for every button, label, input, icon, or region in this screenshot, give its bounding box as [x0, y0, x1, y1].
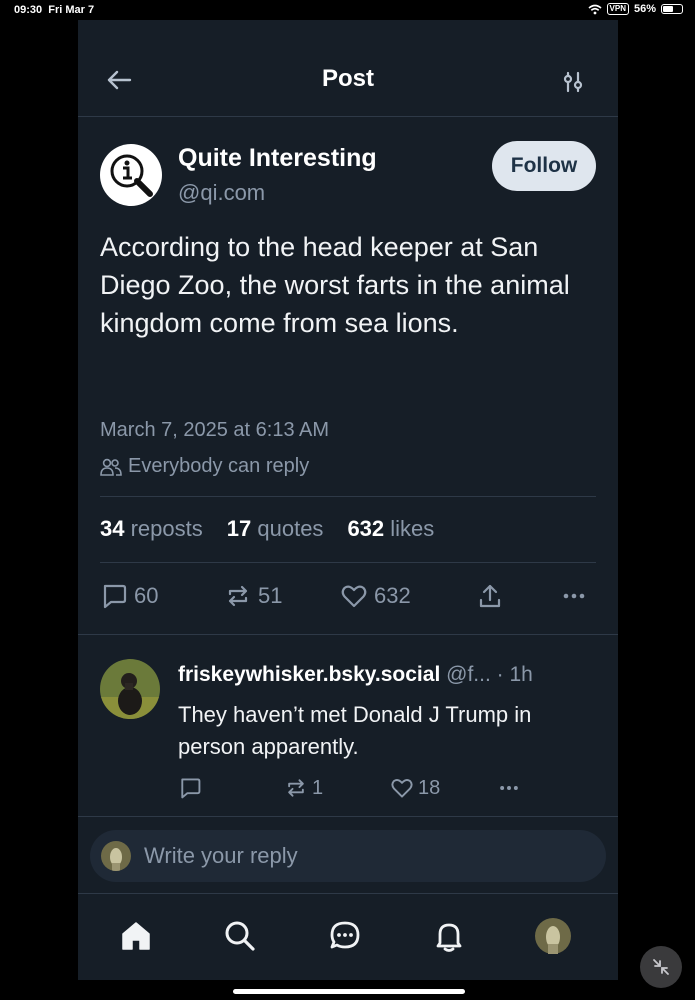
thread-settings-button[interactable]: [558, 67, 588, 97]
profile-avatar-icon: [535, 918, 571, 954]
repost-count: 51: [258, 583, 283, 608]
reply-like-button[interactable]: 18: [390, 776, 440, 800]
comment-icon: [181, 778, 201, 799]
reply-count: 60: [134, 583, 159, 608]
likes-stat[interactable]: 632 likes: [347, 516, 434, 542]
follow-button[interactable]: Follow: [492, 141, 596, 191]
reply-time: · 1h: [496, 663, 533, 686]
bell-icon: [436, 923, 462, 952]
reply-reply-button[interactable]: [178, 776, 202, 800]
reply-repost-button[interactable]: 1: [284, 776, 323, 800]
tab-profile[interactable]: [533, 916, 573, 956]
tab-search[interactable]: [220, 916, 260, 956]
repost-button[interactable]: 51: [224, 582, 282, 610]
reply-actions: 1 18: [178, 776, 598, 802]
post-header: Post: [78, 20, 618, 117]
search-icon: [225, 921, 255, 951]
wifi-icon: [588, 4, 602, 14]
reply-avatar[interactable]: [100, 659, 160, 719]
battery-icon: [661, 4, 683, 14]
divider: [100, 562, 596, 563]
reply-like-count: 18: [418, 776, 441, 799]
reposts-stat[interactable]: 34 reposts: [100, 516, 203, 542]
more-icon: [563, 593, 585, 599]
post-stats: 34 reposts 17 quotes 632 likes: [100, 516, 434, 542]
page-title: Post: [321, 65, 374, 92]
dog-avatar-icon: [100, 659, 160, 719]
battery-percent: 56%: [633, 3, 656, 15]
more-icon: [500, 786, 518, 790]
reply-setting: Everybody can reply: [100, 455, 309, 478]
collapse-arrows-icon: [653, 959, 669, 975]
like-button[interactable]: 632: [340, 582, 411, 610]
repost-icon: [228, 585, 248, 607]
home-icon: [122, 922, 150, 950]
heart-icon: [341, 585, 367, 608]
reply-more-button[interactable]: [496, 776, 522, 800]
post-actions: 60 51 632: [100, 582, 596, 614]
chat-icon: [330, 921, 360, 949]
reply-repost-count: 1: [312, 776, 324, 799]
comment-icon: [103, 584, 127, 609]
like-count: 632: [374, 583, 411, 608]
tab-home[interactable]: [116, 916, 156, 956]
my-avatar: [101, 841, 131, 871]
author-handle[interactable]: @qi.com: [178, 180, 265, 206]
status-right: VPN 56%: [588, 3, 683, 15]
tab-notifications[interactable]: [429, 916, 469, 956]
author-name[interactable]: Quite Interesting: [178, 144, 377, 173]
reply-item[interactable]: friskeywhisker.bsky.social @f... · 1h Th…: [78, 635, 618, 815]
repost-icon: [288, 779, 304, 797]
status-time: 09:30 Fri Mar 7: [14, 4, 95, 16]
reply-setting-label: Everybody can reply: [128, 455, 310, 477]
share-icon: [479, 584, 501, 608]
reply-author-name[interactable]: friskeywhisker.bsky.social: [178, 663, 440, 686]
reply-input-placeholder: Write your reply: [144, 843, 298, 868]
heart-icon: [391, 779, 413, 798]
sliders-icon: [563, 71, 583, 93]
reply-composer[interactable]: Write your reply: [90, 830, 606, 882]
divider: [100, 496, 596, 497]
home-indicator[interactable]: [233, 989, 465, 994]
status-date: Fri Mar 7: [48, 4, 95, 16]
more-button[interactable]: [560, 582, 588, 610]
tab-chat[interactable]: [325, 916, 365, 956]
collapse-button[interactable]: [640, 946, 682, 988]
divider: [78, 816, 618, 817]
author-avatar[interactable]: [100, 144, 162, 206]
app-window: Post Quite Interesting @qi.com Follow Ac…: [78, 20, 618, 980]
vpn-badge: VPN: [606, 3, 629, 15]
status-bar: 09:30 Fri Mar 7 VPN 56%: [0, 0, 695, 20]
reply-text: They haven’t met Donald J Trump in perso…: [178, 702, 532, 759]
people-icon: [100, 458, 122, 476]
bottom-tab-bar: [78, 893, 618, 980]
reply-meta: friskeywhisker.bsky.social @f... · 1h: [178, 663, 533, 687]
reply-handle[interactable]: @f...: [446, 663, 491, 686]
user-avatar-icon: [101, 841, 131, 871]
post-text: According to the head keeper at San Dieg…: [100, 232, 570, 338]
qi-logo-icon: [110, 154, 153, 197]
share-button[interactable]: [476, 582, 504, 610]
post-timestamp: March 7, 2025 at 6:13 AM: [100, 419, 330, 441]
quotes-stat[interactable]: 17 quotes: [227, 516, 324, 542]
reply-button[interactable]: 60: [100, 582, 158, 610]
